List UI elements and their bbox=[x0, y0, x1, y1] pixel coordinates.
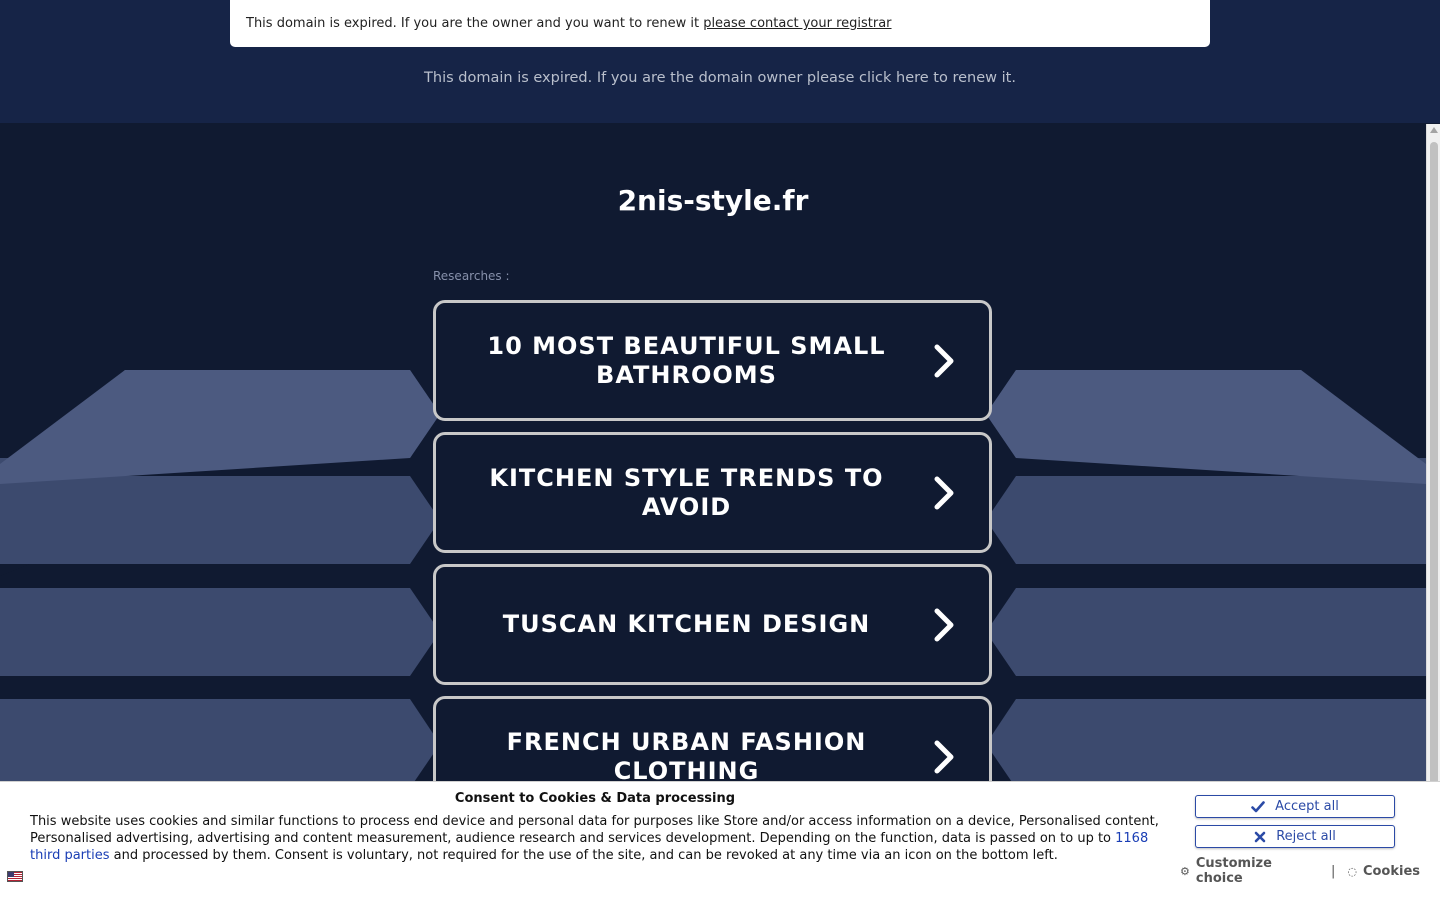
chevron-right-icon bbox=[921, 605, 967, 645]
consent-text-after: and processed by them. Consent is volunt… bbox=[109, 848, 1058, 863]
cookie-consent-bar: Consent to Cookies & Data processing Thi… bbox=[0, 781, 1440, 900]
accept-all-button[interactable]: Accept all bbox=[1195, 795, 1395, 818]
researches-label: Researches : bbox=[433, 269, 510, 283]
research-link-3[interactable]: TUSCAN KITCHEN DESIGN bbox=[433, 564, 992, 685]
scrollbar-thumb[interactable] bbox=[1430, 142, 1438, 792]
expired-notice-text: This domain is expired. If you are the o… bbox=[246, 16, 704, 31]
research-link-label: KITCHEN STYLE TRENDS TO AVOID bbox=[489, 463, 884, 521]
x-icon bbox=[1254, 831, 1266, 842]
language-flag-icon[interactable] bbox=[7, 871, 23, 882]
gear-icon: ⚙ bbox=[1180, 864, 1190, 878]
customize-choice-link[interactable]: Customize choice bbox=[1196, 856, 1319, 886]
research-link-label: FRENCH URBAN FASHION CLOTHING bbox=[506, 727, 867, 785]
reject-all-button[interactable]: Reject all bbox=[1195, 825, 1395, 848]
accept-all-label: Accept all bbox=[1275, 799, 1339, 814]
research-link-1[interactable]: 10 MOST BEAUTIFUL SMALL BATHROOMS bbox=[433, 300, 992, 421]
contact-registrar-link[interactable]: please contact your registrar bbox=[703, 16, 891, 31]
expired-banner-band: This domain is expired. If you are the o… bbox=[0, 0, 1440, 123]
scroll-up-arrow-icon[interactable] bbox=[1430, 127, 1438, 133]
consent-text: This website uses cookies and similar fu… bbox=[30, 813, 1165, 864]
site-title: 2nis-style.fr bbox=[617, 184, 809, 217]
chevron-right-icon bbox=[921, 737, 967, 777]
consent-title: Consent to Cookies & Data processing bbox=[454, 791, 736, 806]
check-icon bbox=[1251, 800, 1265, 812]
reject-all-label: Reject all bbox=[1276, 829, 1336, 844]
research-link-label: TUSCAN KITCHEN DESIGN bbox=[502, 610, 871, 638]
research-link-label: 10 MOST BEAUTIFUL SMALL BATHROOMS bbox=[487, 331, 886, 389]
expired-notice-box: This domain is expired. If you are the o… bbox=[230, 0, 1210, 47]
links-separator: | bbox=[1330, 863, 1336, 879]
research-link-2[interactable]: KITCHEN STYLE TRENDS TO AVOID bbox=[433, 432, 992, 553]
cookies-link[interactable]: Cookies bbox=[1363, 864, 1420, 879]
renew-link[interactable]: This domain is expired. If you are the d… bbox=[0, 70, 1440, 86]
chevron-right-icon bbox=[921, 341, 967, 381]
chevron-right-icon bbox=[921, 473, 967, 513]
cookie-icon: ◌ bbox=[1347, 864, 1357, 878]
consent-text-before: This website uses cookies and similar fu… bbox=[30, 814, 1159, 846]
consent-secondary-links: ⚙ Customize choice | ◌ Cookies bbox=[1180, 856, 1420, 886]
